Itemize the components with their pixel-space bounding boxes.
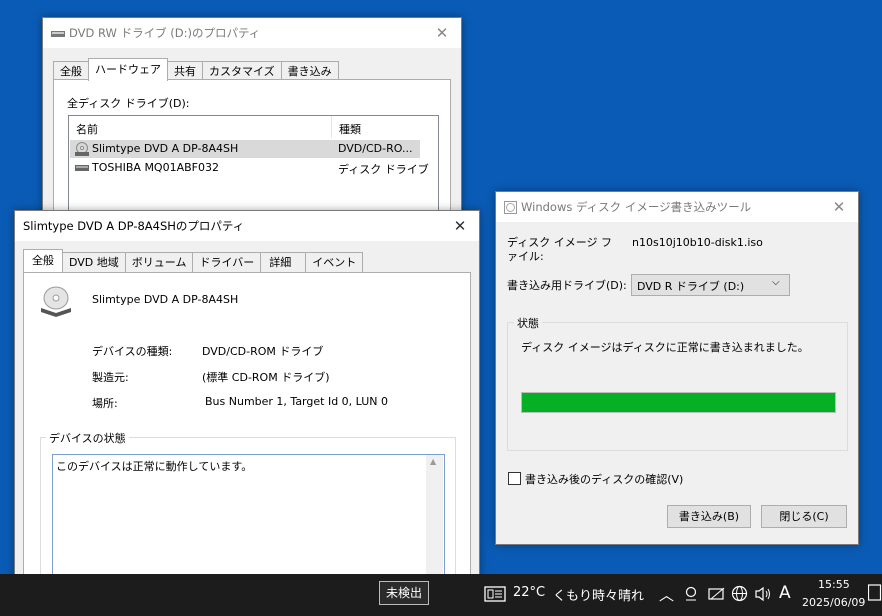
hardware-panel: 全ディスク ドライブ(D): 名前 種類 Slimtype DVD A DP-8… (53, 79, 451, 218)
column-header-type[interactable]: 種類 (339, 121, 361, 137)
disk-drives-label: 全ディスク ドライブ(D): (67, 97, 190, 110)
disk-drive-list[interactable]: 名前 種類 Slimtype DVD A DP-8A4SH DVD/CD-RO.… (68, 115, 439, 218)
clock-date[interactable]: 2025/06/09 (802, 596, 865, 609)
image-file-label: ディスク イメージ ファイル: (507, 236, 613, 263)
hard-drive-icon (74, 163, 90, 176)
window-title: Windows ディスク イメージ書き込みツール (521, 200, 752, 214)
status-group-title: 状態 (514, 315, 542, 331)
tab-customize[interactable]: カスタマイズ (202, 61, 282, 81)
optical-drive-icon (39, 286, 73, 321)
window-title: DVD RW ドライブ (D:)のプロパティ (69, 26, 261, 40)
tab-dvd-region[interactable]: DVD 地域 (62, 252, 126, 272)
field-label-type: デバイスの種類: (92, 345, 173, 358)
close-icon[interactable]: ✕ (826, 196, 852, 218)
verify-label[interactable]: 書き込み後のディスクの確認(V) (525, 471, 683, 487)
row-name: Slimtype DVD A DP-8A4SH (92, 142, 239, 155)
ime-indicator[interactable]: A (779, 583, 791, 603)
tab-general[interactable]: 全般 (23, 249, 63, 272)
progress-fill (522, 393, 835, 412)
camera-icon[interactable] (684, 586, 698, 605)
title-bar[interactable]: DVD RW ドライブ (D:)のプロパティ ✕ (43, 18, 461, 48)
field-value-type: DVD/CD-ROM ドライブ (202, 345, 324, 358)
drive-select-value: DVD R ドライブ (D:) (637, 280, 745, 293)
disc-image-burner-window: Windows ディスク イメージ書き込みツール ✕ ディスク イメージ ファイ… (495, 191, 859, 545)
status-group: 状態 ディスク イメージはディスクに正常に書き込まれました。 (507, 315, 848, 451)
general-panel: Slimtype DVD A DP-8A4SH デバイスの種類: DVD/CD-… (23, 272, 471, 591)
device-properties-window: Slimtype DVD A DP-8A4SHのプロパティ ✕ 全般 DVD 地… (14, 210, 480, 592)
status-text: ディスク イメージはディスクに正常に書き込まれました。 (521, 341, 809, 354)
chevron-up-icon[interactable]: ︿ (659, 584, 674, 605)
drive-select[interactable]: DVD R ドライブ (D:) ⌵ (631, 274, 790, 296)
verify-checkbox[interactable] (508, 472, 521, 485)
device-name: Slimtype DVD A DP-8A4SH (92, 293, 239, 306)
scroll-up-icon[interactable]: ▲ (430, 457, 436, 466)
dvd-drive-icon (51, 28, 65, 38)
tab-driver[interactable]: ドライバー (192, 252, 262, 272)
close-icon[interactable]: ✕ (447, 215, 473, 237)
tab-hardware[interactable]: ハードウェア (88, 58, 168, 81)
taskbar: 未検出 22°C くもり時々晴れ ︿ A 15:55 2025/06/09 (0, 574, 882, 616)
close-icon[interactable]: ✕ (429, 22, 455, 44)
speaker-icon[interactable] (755, 586, 773, 605)
title-bar[interactable]: Slimtype DVD A DP-8A4SHのプロパティ ✕ (15, 211, 479, 241)
globe-icon[interactable] (731, 585, 748, 605)
column-header-name[interactable]: 名前 (76, 121, 98, 137)
device-status-textbox[interactable]: このデバイスは正常に動作しています。 ▲ (52, 454, 445, 591)
weather-text[interactable]: くもり時々晴れ (553, 585, 644, 604)
field-label-manufacturer: 製造元: (92, 371, 129, 384)
drive-label: 書き込み用ドライブ(D): (507, 279, 627, 292)
weather-icon[interactable] (484, 585, 506, 606)
field-label-location: 場所: (92, 397, 118, 410)
burn-button[interactable]: 書き込み(B) (667, 505, 751, 528)
title-bar[interactable]: Windows ディスク イメージ書き込みツール ✕ (496, 192, 858, 222)
tab-details[interactable]: 詳細 (260, 252, 307, 272)
row-type: ディスク ドライブ (338, 163, 429, 176)
column-divider (331, 116, 332, 138)
temperature[interactable]: 22°C (513, 585, 545, 600)
field-value-location: Bus Number 1, Target Id 0, LUN 0 (205, 395, 389, 408)
tab-recording[interactable]: 書き込み (280, 61, 339, 81)
progress-bar (521, 392, 836, 413)
row-name: TOSHIBA MQ01ABF032 (92, 161, 219, 174)
tooltip: 未検出 (379, 581, 430, 605)
scrollbar[interactable]: ▲ (426, 455, 443, 591)
tab-general[interactable]: 全般 (53, 61, 89, 81)
image-file-value: n10s10j10b10-disk1.iso (632, 236, 763, 249)
tab-sharing[interactable]: 共有 (167, 61, 203, 81)
row-type: DVD/CD-RO... (338, 142, 413, 155)
close-button[interactable]: 閉じる(C) (761, 505, 847, 528)
window-title: Slimtype DVD A DP-8A4SHのプロパティ (23, 219, 245, 233)
optical-drive-icon (74, 142, 90, 159)
dvd-drive-properties-window: DVD RW ドライブ (D:)のプロパティ ✕ 全般 ハードウェア 共有 カス… (42, 17, 462, 219)
device-status-text: このデバイスは正常に動作しています。 (56, 460, 253, 473)
notification-icon[interactable] (867, 584, 882, 605)
table-row[interactable]: TOSHIBA MQ01ABF032 ディスク ドライブ (70, 159, 429, 177)
field-value-manufacturer: (標準 CD-ROM ドライブ) (202, 371, 330, 384)
disc-burner-icon (504, 200, 517, 214)
device-status-group: デバイスの状態 このデバイスは正常に動作しています。 ▲ (40, 430, 456, 591)
chevron-down-icon: ⌵ (772, 277, 780, 288)
tab-events[interactable]: イベント (305, 252, 364, 272)
network-icon[interactable] (708, 586, 726, 605)
device-status-title: デバイスの状態 (46, 430, 129, 446)
clock-time[interactable]: 15:55 (818, 578, 850, 591)
table-row[interactable]: Slimtype DVD A DP-8A4SH DVD/CD-RO... (70, 140, 420, 158)
tab-volumes[interactable]: ボリューム (124, 252, 194, 272)
